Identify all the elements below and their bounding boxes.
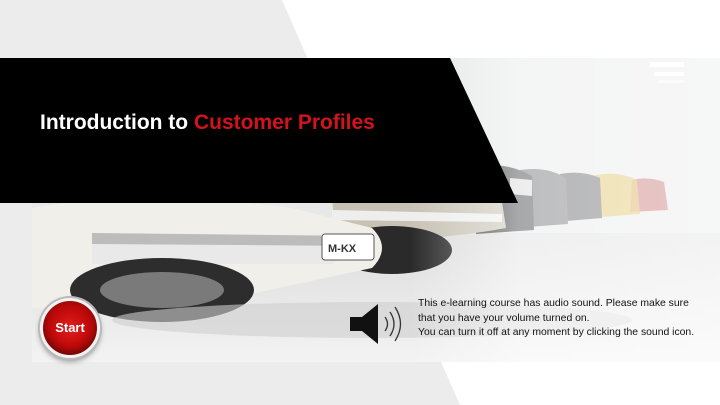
svg-text:M-KX: M-KX	[328, 243, 357, 255]
speaker-icon	[350, 304, 402, 344]
start-button[interactable]: Start	[40, 298, 100, 358]
slide-title: Introduction to Customer Profiles	[40, 111, 375, 135]
audio-info-text: This e-learning course has audio sound. …	[418, 297, 708, 341]
start-button-label: Start	[55, 320, 85, 335]
sound-toggle-button[interactable]	[347, 300, 409, 348]
audio-info-line-2: You can turn it off at any moment by cli…	[418, 327, 695, 339]
title-highlight: Customer Profiles	[193, 111, 375, 134]
title-prefix: Introduction to	[40, 111, 194, 134]
audio-info-line-1: This e-learning course has audio sound. …	[418, 298, 689, 324]
